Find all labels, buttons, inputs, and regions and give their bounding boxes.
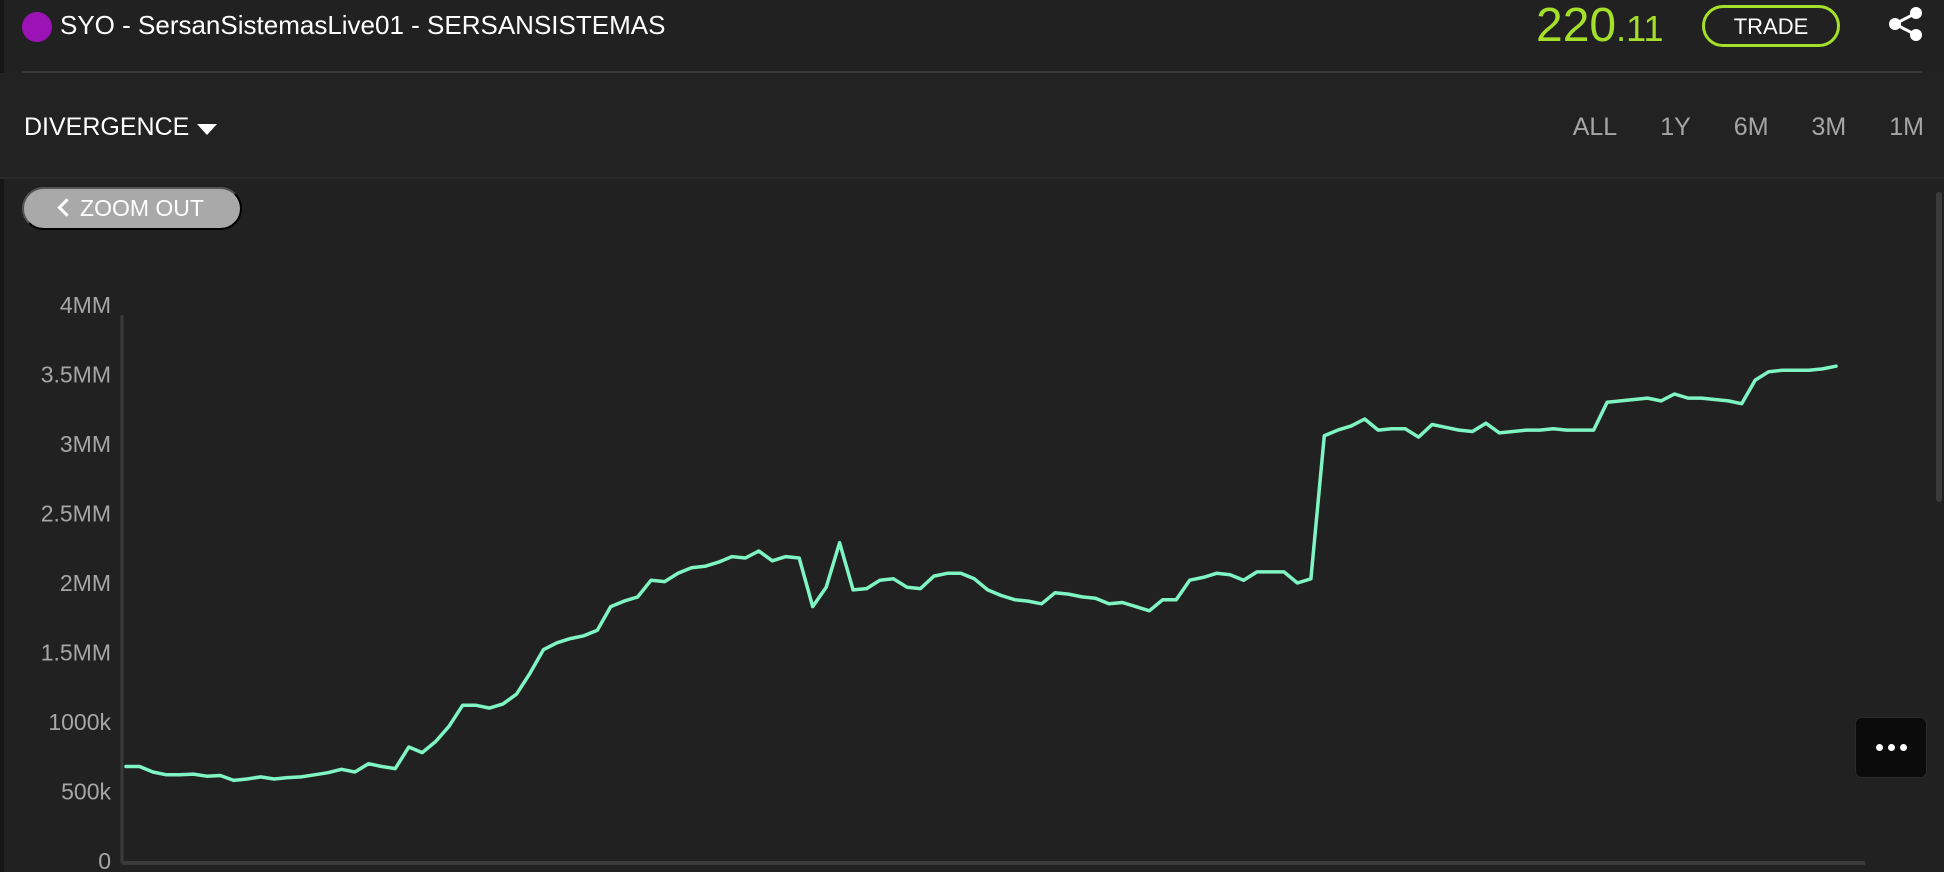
more-options-button[interactable]	[1855, 717, 1927, 778]
y-tick-label: 3MM	[60, 431, 111, 457]
caret-down-icon	[197, 123, 218, 135]
divergence-series-line	[124, 364, 1838, 783]
more-dot-icon	[1875, 744, 1883, 751]
zoom-out-button[interactable]: ZOOM OUT	[22, 187, 242, 230]
chart-controls: DIVERGENCE ALL 1Y 6M 3M 1M	[0, 73, 1944, 178]
strategy-title: SYO - SersanSistemasLive01 - SERSANSISTE…	[60, 10, 666, 40]
price-display: 220.11	[1536, 0, 1663, 55]
zoom-out-label: ZOOM OUT	[80, 195, 204, 221]
y-tick-label: 500k	[61, 779, 111, 805]
trade-button[interactable]: TRADE	[1702, 5, 1840, 47]
divergence-line-chart: 0 500k 1000k 1.5MM 2MM 2.5MM 3MM 3.5MM 4MM	[41, 292, 1865, 872]
range-6m[interactable]: 6M	[1734, 113, 1769, 142]
y-tick-label: 0	[98, 848, 111, 872]
price-cents: .11	[1616, 8, 1664, 49]
more-dot-icon	[1887, 744, 1895, 751]
controls-divider	[0, 177, 1944, 179]
share-icon[interactable]	[1886, 6, 1926, 42]
y-tick-label: 1000k	[48, 709, 111, 735]
y-tick-label: 3.5MM	[41, 362, 111, 388]
header: SYO - SersanSistemasLive01 - SERSANSISTE…	[0, 0, 1944, 72]
metric-dropdown[interactable]: DIVERGENCE	[24, 113, 218, 142]
y-tick-label: 2MM	[60, 570, 111, 596]
range-all[interactable]: ALL	[1573, 113, 1617, 142]
app-page: SYO - SersanSistemasLive01 - SERSANSISTE…	[0, 0, 1944, 872]
strategy-color-dot	[22, 12, 52, 42]
more-dot-icon	[1899, 744, 1907, 751]
price-main: 220	[1536, 0, 1617, 52]
range-1m[interactable]: 1M	[1889, 113, 1924, 142]
range-3m[interactable]: 3M	[1812, 113, 1847, 142]
y-tick-label: 4MM	[60, 292, 111, 318]
y-tick-label: 1.5MM	[41, 640, 111, 666]
range-1y[interactable]: 1Y	[1660, 113, 1691, 142]
range-selector: ALL 1Y 6M 3M 1M	[1530, 113, 1924, 142]
y-tick-label: 2.5MM	[41, 501, 111, 527]
metric-dropdown-label: DIVERGENCE	[24, 113, 190, 141]
chevron-left-icon	[57, 197, 76, 217]
